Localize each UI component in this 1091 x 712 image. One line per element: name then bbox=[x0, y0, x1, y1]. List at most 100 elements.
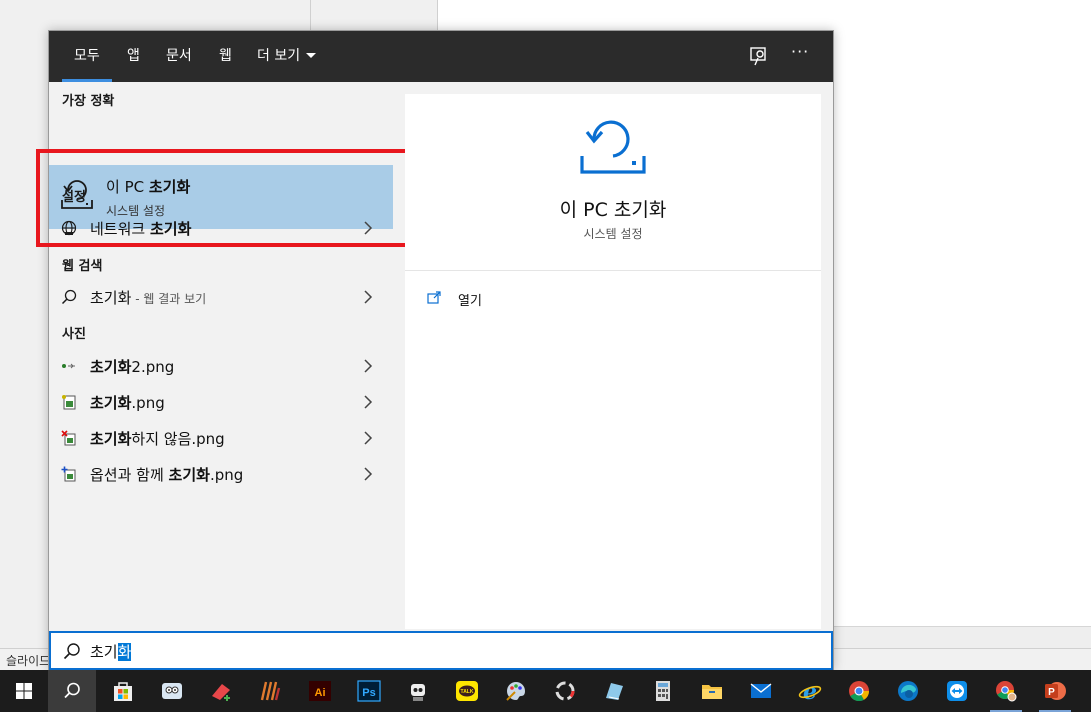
kakaotalk-app[interactable]: TALK bbox=[443, 670, 491, 712]
illustrator-app[interactable]: Ai bbox=[296, 670, 344, 712]
photoshop-app[interactable]: Ps bbox=[345, 670, 393, 712]
preview-subtitle: 시스템 설정 bbox=[583, 227, 643, 241]
mail-icon bbox=[750, 683, 772, 698]
chevron-right-icon[interactable] bbox=[363, 290, 373, 304]
powerpoint-app[interactable]: P bbox=[1031, 670, 1079, 712]
tab-more-label: 더 보기 bbox=[257, 48, 301, 64]
background-scrollbar-area bbox=[833, 626, 1091, 650]
section-web-search: 웹 검색 bbox=[62, 259, 103, 274]
result-photo-1[interactable]: 초기화2.png bbox=[49, 348, 393, 384]
image-file-icon bbox=[62, 363, 75, 369]
query-selected-text: 화 bbox=[117, 643, 132, 661]
photoshop-label: Ps bbox=[362, 687, 375, 699]
image-file-icon bbox=[62, 395, 76, 410]
sync-app[interactable] bbox=[541, 670, 589, 712]
result-web-search[interactable]: 초기화 - 웹 결과 보기 bbox=[49, 279, 393, 315]
label-bold: 초기화 bbox=[90, 394, 132, 412]
background-divider bbox=[310, 0, 311, 30]
chevron-right-icon[interactable] bbox=[363, 395, 373, 409]
photoshop-icon: Ps bbox=[357, 680, 381, 702]
preview-pane: 이 PC 초기화 시스템 설정 열기 bbox=[405, 94, 821, 629]
chrome-profile-app[interactable] bbox=[982, 670, 1030, 712]
label-suffix: 하지 않음.png bbox=[131, 430, 225, 448]
result-photo-3[interactable]: 초기화하지 않음.png bbox=[49, 420, 393, 456]
store-app[interactable] bbox=[99, 670, 147, 712]
powerpoint-icon: P bbox=[1045, 682, 1066, 700]
ie-icon: e bbox=[798, 679, 822, 704]
internet-explorer-app[interactable]: e bbox=[786, 670, 834, 712]
section-settings: 설정 bbox=[62, 190, 86, 205]
paint-app[interactable] bbox=[197, 670, 245, 712]
folder-icon bbox=[702, 685, 722, 699]
calculator-icon bbox=[656, 681, 670, 701]
messenger-app[interactable] bbox=[148, 670, 196, 712]
chrome-profile-icon bbox=[996, 681, 1017, 702]
label-bold: 초기화 bbox=[149, 220, 192, 238]
paint-icon bbox=[212, 684, 230, 701]
label-suffix: .png bbox=[209, 466, 244, 484]
tab-all[interactable]: 모두 bbox=[62, 31, 112, 82]
mail-app[interactable] bbox=[737, 670, 785, 712]
chevron-right-icon[interactable] bbox=[363, 221, 373, 235]
palette-icon bbox=[506, 682, 525, 701]
notepad-icon bbox=[606, 683, 623, 700]
chevron-right-icon[interactable] bbox=[363, 467, 373, 481]
result-label: 초기화2.png bbox=[90, 356, 174, 377]
teamviewer-app[interactable] bbox=[933, 670, 981, 712]
label-suffix: .png bbox=[131, 394, 165, 412]
feedback-icon[interactable] bbox=[748, 45, 770, 67]
notepad-app[interactable] bbox=[590, 670, 638, 712]
chrome-icon bbox=[849, 681, 870, 702]
query-text: 초기 bbox=[90, 643, 118, 661]
svg-text:P: P bbox=[1048, 687, 1055, 698]
search-flyout: 모두 앱 문서 웹 더 보기 ··· 가장 정확 이 PC 초기화 시스템 설정… bbox=[36, 30, 834, 670]
result-label: 초기화 - 웹 결과 보기 bbox=[90, 287, 206, 308]
calculator-app[interactable] bbox=[639, 670, 687, 712]
edge-icon bbox=[898, 681, 918, 701]
result-label: 초기화.png bbox=[90, 392, 165, 413]
preview-title: 이 PC 초기화 bbox=[559, 199, 667, 221]
start-button[interactable] bbox=[0, 670, 48, 712]
search-icon bbox=[63, 643, 80, 660]
robot-app[interactable] bbox=[394, 670, 442, 712]
label-prefix: 옵션과 함께 bbox=[90, 466, 169, 484]
label-bold: 초기화 bbox=[90, 430, 132, 448]
app-icon bbox=[260, 681, 281, 701]
chevron-right-icon[interactable] bbox=[363, 359, 373, 373]
result-photo-4[interactable]: 옵션과 함께 초기화.png bbox=[49, 456, 393, 492]
search-query: 초기화 bbox=[90, 641, 132, 662]
result-network-reset[interactable]: 네트워크 초기화 bbox=[49, 210, 393, 246]
taskbar-search-button[interactable] bbox=[48, 670, 96, 712]
store-icon bbox=[114, 682, 132, 701]
chrome-app[interactable] bbox=[835, 670, 883, 712]
chevron-down-icon bbox=[306, 53, 317, 58]
label-bold: 초기화 bbox=[90, 358, 132, 376]
palette-app[interactable] bbox=[492, 670, 540, 712]
illustrator-icon: Ai bbox=[309, 681, 331, 701]
illustrator-label: Ai bbox=[315, 687, 326, 699]
preview-header: 이 PC 초기화 시스템 설정 bbox=[405, 94, 821, 271]
tab-more-dropdown[interactable]: 더 보기 bbox=[257, 31, 317, 82]
label-suffix: - 웹 결과 보기 bbox=[131, 292, 207, 306]
section-photos: 사진 bbox=[62, 327, 86, 342]
search-icon bbox=[64, 682, 80, 699]
result-photo-2[interactable]: 초기화.png bbox=[49, 384, 393, 420]
file-explorer-app[interactable] bbox=[688, 670, 736, 712]
more-options-icon[interactable]: ··· bbox=[791, 42, 809, 61]
robot-icon bbox=[411, 684, 425, 701]
tab-web[interactable]: 웹 bbox=[219, 31, 232, 82]
teamviewer-icon bbox=[947, 681, 967, 701]
search-input[interactable]: 초기화 bbox=[49, 631, 833, 670]
sync-icon bbox=[555, 681, 575, 701]
result-label: 네트워크 초기화 bbox=[90, 218, 191, 239]
windows-logo-icon bbox=[16, 683, 32, 699]
pencil-app[interactable] bbox=[246, 670, 294, 712]
open-icon bbox=[427, 291, 441, 304]
edge-app[interactable] bbox=[884, 670, 932, 712]
chevron-right-icon[interactable] bbox=[363, 431, 373, 445]
globe-icon bbox=[61, 220, 77, 236]
tab-apps[interactable]: 앱 bbox=[127, 31, 140, 82]
tab-documents[interactable]: 문서 bbox=[166, 31, 192, 82]
results-list: 가장 정확 이 PC 초기화 시스템 설정 설정 네트워크 초기화 웹 검색 초… bbox=[36, 82, 415, 629]
image-file-icon bbox=[61, 430, 76, 446]
